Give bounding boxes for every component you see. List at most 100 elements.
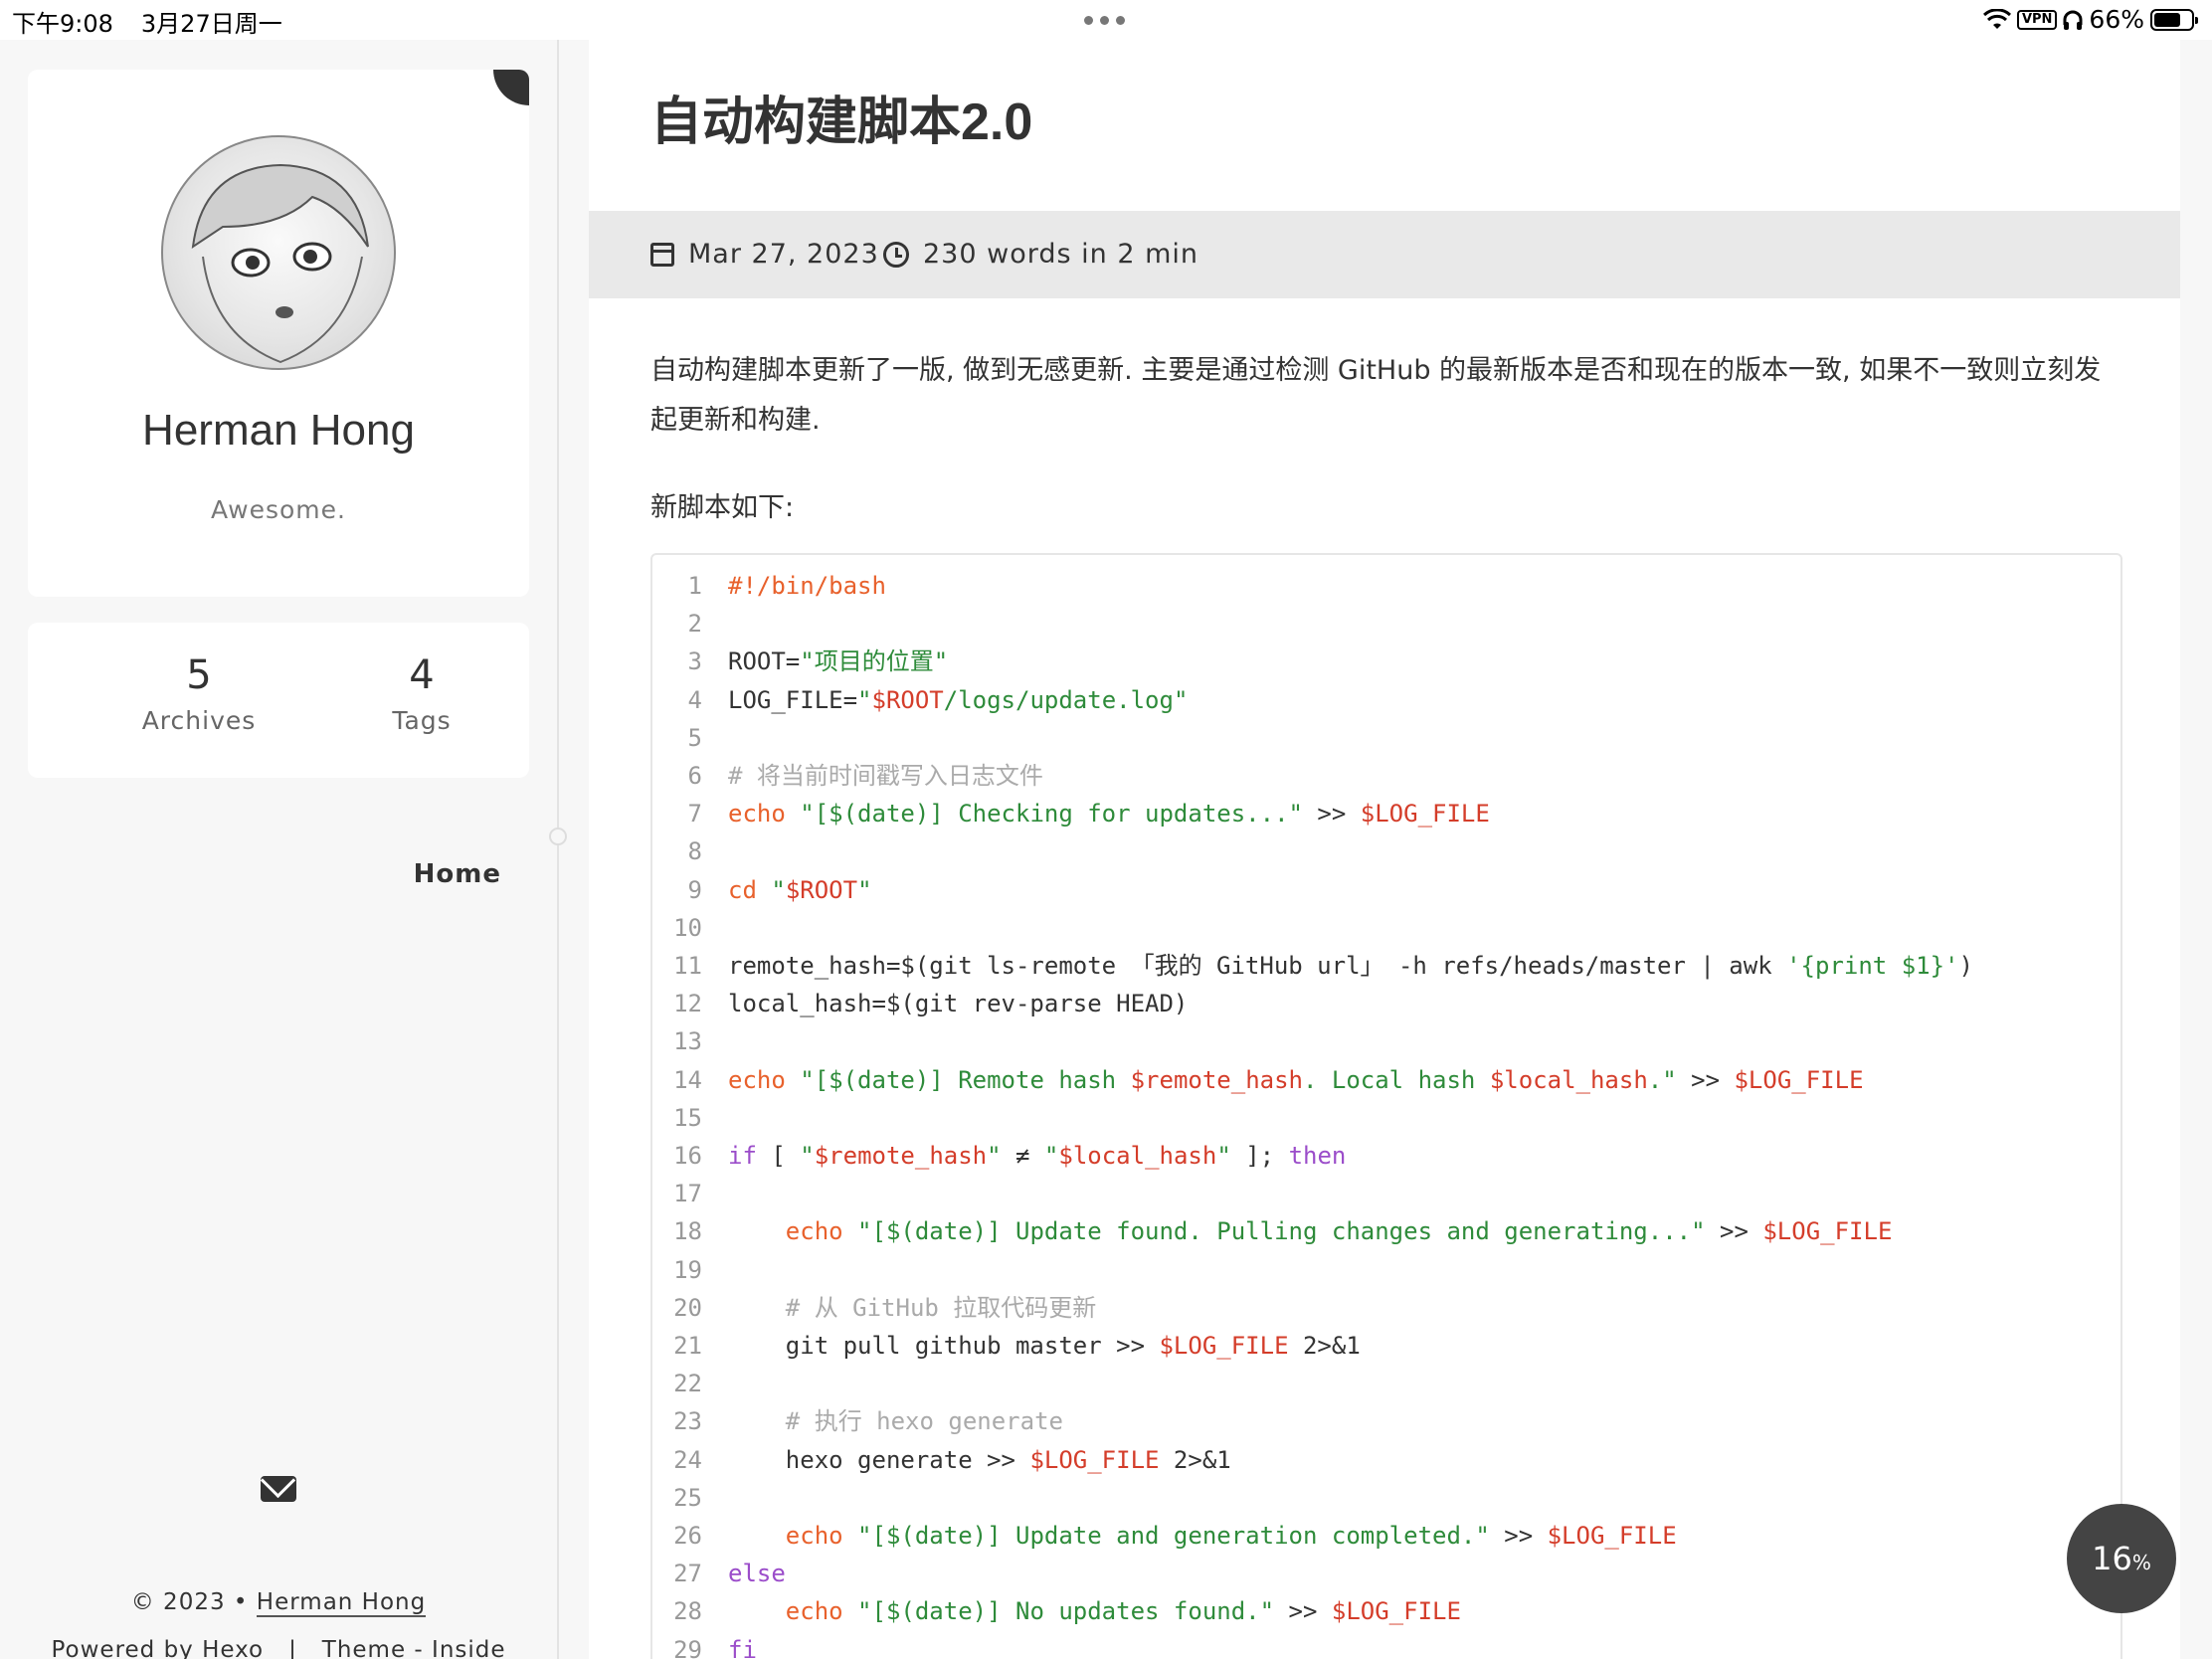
profile-card: Herman Hong Awesome. (28, 70, 529, 597)
line-number: 27 (673, 1560, 702, 1588)
footer-copyright: © 2023 • Herman Hong (0, 1589, 557, 1617)
code-text: remote_hash=$(git ls-remote 「我的 GitHub u… (728, 952, 1973, 980)
powered-by-text: Powered by (51, 1637, 194, 1659)
post-content: 自动构建脚本2.0 Mar 27, 2023 230 words in 2 mi… (589, 40, 2180, 1659)
copyright-text: © 2023 • (130, 1589, 249, 1615)
footer-powered: Powered by Hexo | Theme - Inside (0, 1637, 557, 1659)
code-text: #!/bin/bash (728, 572, 886, 600)
vpn-badge: VPN (2016, 9, 2058, 30)
mail-icon[interactable] (261, 1476, 296, 1502)
line-number: 24 (673, 1445, 702, 1474)
code-text: local_hash=$(git rev-parse HEAD) (728, 990, 1189, 1018)
theme-text: Theme - (321, 1637, 424, 1659)
footer-separator: | (288, 1637, 297, 1659)
code-text: else (728, 1560, 786, 1588)
stat-tags-label: Tags (392, 706, 452, 735)
post-reading: 230 words in 2 min (883, 239, 1198, 270)
post-meta: Mar 27, 2023 230 words in 2 min (589, 211, 2180, 298)
line-number: 26 (673, 1522, 702, 1550)
line-number: 6 (687, 762, 702, 790)
line-number: 25 (673, 1483, 702, 1512)
line-number: 9 (687, 875, 702, 904)
stats-card: 5 Archives 4 Tags (28, 623, 529, 778)
line-number: 13 (673, 1027, 702, 1056)
status-time: 下午9:08 (12, 10, 113, 38)
headphones-icon (2063, 10, 2083, 30)
code-text: # 执行 hexo generate (785, 1407, 1063, 1436)
code-text: fi (728, 1635, 757, 1659)
code-text: echo "[$(date)] No updates found." >> $L… (785, 1597, 1461, 1626)
line-number: 17 (673, 1180, 702, 1208)
code-text: git pull github master >> $LOG_FILE 2>&1 (728, 1332, 1361, 1360)
line-number: 7 (687, 800, 702, 829)
code-text: # 从 GitHub 拉取代码更新 (785, 1293, 1097, 1322)
stat-tags-count: 4 (409, 652, 435, 698)
post-date-text: Mar 27, 2023 (688, 239, 879, 270)
inside-link[interactable]: Inside (432, 1637, 506, 1659)
code-text: echo "[$(date)] Remote hash $remote_hash… (728, 1065, 1864, 1094)
reading-progress-button[interactable]: 16% (2067, 1504, 2176, 1613)
calendar-icon (650, 242, 674, 267)
post-paragraph-2: 新脚本如下: (650, 492, 795, 523)
post-date: Mar 27, 2023 (650, 239, 879, 270)
line-number: 5 (687, 723, 702, 752)
corner-toggle[interactable] (493, 70, 529, 105)
code-text: cd "$ROOT" (728, 875, 872, 904)
post-paragraph-1: 自动构建脚本更新了一版, 做到无感更新. 主要是通过检测 GitHub 的最新版… (650, 355, 2102, 436)
code-block[interactable]: 1 #!/bin/bash 2 3 ROOT="项目的位置" 4 LOG_FILE="$RO… (650, 553, 2122, 1659)
hexo-link[interactable]: Hexo (202, 1637, 265, 1659)
status-right: VPN 66% (1982, 5, 2198, 34)
nav-item-home[interactable]: Home (414, 859, 501, 889)
battery-percent: 66% (2089, 5, 2144, 34)
author-link[interactable]: Herman Hong (256, 1589, 427, 1617)
line-number: 12 (673, 990, 702, 1018)
stat-archives-count: 5 (186, 652, 212, 698)
status-date: 3月27日周一 (140, 10, 282, 38)
battery-icon (2150, 8, 2198, 31)
code-text: ROOT="项目的位置" (728, 647, 949, 676)
line-number: 1 (687, 572, 702, 600)
line-number: 28 (673, 1597, 702, 1626)
line-number: 2 (687, 610, 702, 639)
code-text: echo "[$(date)] Update and generation co… (785, 1522, 1677, 1550)
line-number: 29 (673, 1635, 702, 1659)
clock-icon (883, 241, 909, 268)
line-number: 20 (673, 1293, 702, 1322)
code-text: hexo generate >> $LOG_FILE 2>&1 (728, 1445, 1231, 1474)
progress-unit: % (2131, 1551, 2151, 1574)
progress-value: 16 (2092, 1540, 2132, 1577)
line-number: 3 (687, 647, 702, 676)
stat-tags[interactable]: 4 Tags (322, 652, 521, 735)
line-number: 21 (673, 1332, 702, 1360)
avatar-illustration (191, 163, 369, 364)
profile-name: Herman Hong (142, 406, 415, 455)
status-bar: 下午9:08 3月27日周一 VPN 66% (0, 0, 2212, 40)
sidebar-divider (557, 40, 559, 1659)
profile-description: Awesome. (211, 495, 346, 524)
line-number: 22 (673, 1370, 702, 1398)
post-reading-text: 230 words in 2 min (923, 239, 1199, 270)
wifi-icon (1982, 8, 2011, 29)
line-number: 14 (673, 1065, 702, 1094)
line-number: 4 (687, 685, 702, 714)
stat-archives-label: Archives (141, 706, 257, 735)
line-number: 11 (673, 952, 702, 980)
multitasking-dots-icon[interactable] (1084, 16, 1125, 25)
line-number: 8 (687, 837, 702, 866)
line-number: 18 (673, 1217, 702, 1246)
nav-indicator-dot (549, 828, 567, 845)
line-number: 16 (673, 1142, 702, 1170)
stat-archives[interactable]: 5 Archives (99, 652, 298, 735)
code-text: echo "[$(date)] Checking for updates..."… (728, 800, 1490, 829)
code-text: LOG_FILE="$ROOT/logs/update.log" (728, 685, 1189, 714)
sidebar: Herman Hong Awesome. 5 Archives 4 Tags H… (0, 40, 557, 1659)
code-text: if [ "$remote_hash" ≠ "$local_hash" ]; t… (728, 1142, 1347, 1170)
line-number: 23 (673, 1407, 702, 1436)
line-number: 10 (673, 913, 702, 942)
code-text: echo "[$(date)] Update found. Pulling ch… (785, 1217, 1893, 1246)
status-left: 下午9:08 3月27日周一 (12, 4, 310, 39)
line-number: 19 (673, 1255, 702, 1284)
avatar[interactable] (161, 135, 396, 370)
code-text: # 将当前时间戳写入日志文件 (728, 762, 1043, 790)
post-title: 自动构建脚本2.0 (650, 93, 1033, 151)
